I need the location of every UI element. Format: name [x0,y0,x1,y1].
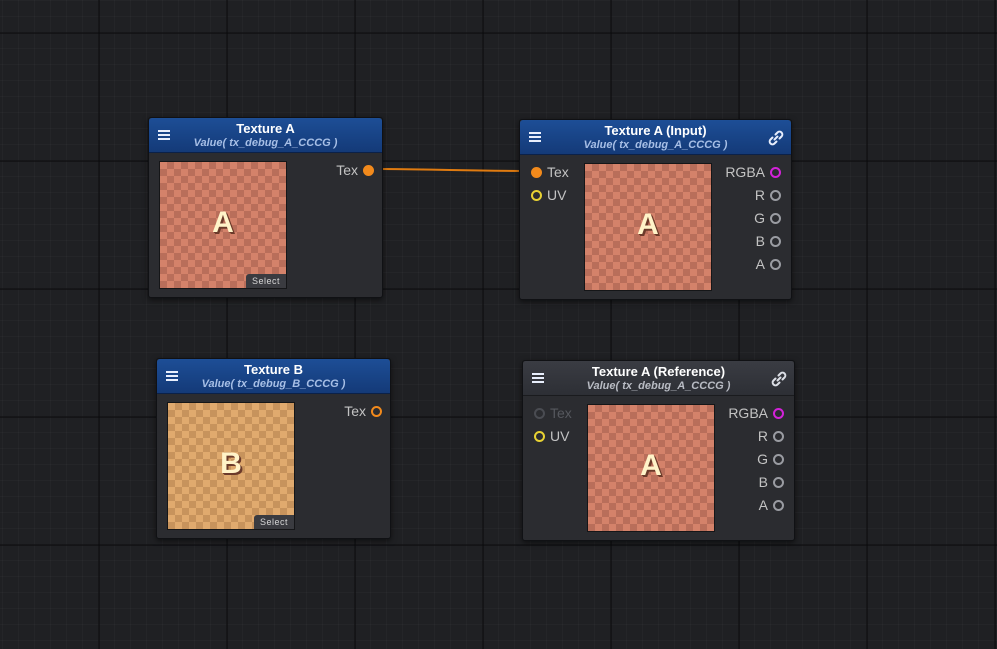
output-port-b[interactable]: B [756,232,781,250]
node-title: Texture A (Reference) [591,364,726,379]
output-port-g[interactable]: G [754,209,781,227]
port-connector-icon[interactable] [770,166,781,178]
port-connector-icon[interactable] [531,166,542,178]
port-label: A [755,256,765,272]
output-port-r[interactable]: R [758,427,784,445]
node-subtitle: Value( tx_debug_A_CCCG ) [583,139,728,151]
output-port-r[interactable]: R [755,186,781,204]
node-title: Texture A [236,121,295,136]
port-label: R [754,187,765,203]
wire-texture-a-to-input-tex[interactable] [365,168,537,172]
node-texture-a-reference[interactable]: Texture A (Reference) Value( tx_debug_A_… [522,360,795,541]
input-port-uv[interactable]: UV [534,427,569,445]
port-connector-icon[interactable] [531,189,542,201]
port-label: RGBA [728,405,768,421]
port-label: Tex [550,405,572,421]
node-header[interactable]: Texture A Value( tx_debug_A_CCCG ) [149,118,382,153]
node-texture-b[interactable]: Texture B Value( tx_debug_B_CCCG ) B Sel… [156,358,391,539]
port-connector-icon[interactable] [371,405,382,417]
connection-wires [365,168,537,172]
preview-letter: A [212,206,234,239]
port-label: RGBA [725,164,765,180]
port-label: Tex [547,164,569,180]
port-connector-icon[interactable] [770,235,781,247]
texture-preview: B Select [167,402,295,530]
output-port-rgba[interactable]: RGBA [728,404,784,422]
port-connector-icon[interactable] [773,453,784,465]
port-label: UV [550,428,570,444]
node-header[interactable]: Texture A (Reference) Value( tx_debug_A_… [523,361,794,396]
texture-preview: A [587,404,715,532]
texture-preview: A Select [159,161,287,289]
port-connector-icon[interactable] [534,407,545,419]
preview-letter: B [220,447,242,480]
output-port-g[interactable]: G [757,450,784,468]
port-label: B [755,233,765,249]
port-connector-icon[interactable] [363,164,374,176]
output-port-tex[interactable]: Tex [336,161,374,179]
port-connector-icon[interactable] [770,212,781,224]
port-connector-icon[interactable] [773,499,784,511]
node-texture-a[interactable]: Texture A Value( tx_debug_A_CCCG ) A Sel… [148,117,383,298]
port-label: B [758,474,768,490]
port-connector-icon[interactable] [773,430,784,442]
output-port-a[interactable]: A [759,496,784,514]
port-label: UV [547,187,567,203]
link-icon[interactable] [767,129,785,147]
link-icon[interactable] [770,370,788,388]
node-subtitle: Value( tx_debug_A_CCCG ) [193,137,338,149]
port-label: G [754,210,765,226]
port-connector-icon[interactable] [770,189,781,201]
port-connector-icon[interactable] [773,407,784,419]
node-title: Texture B [244,362,303,377]
output-port-rgba[interactable]: RGBA [725,163,781,181]
select-button[interactable]: Select [246,274,286,288]
output-port-tex[interactable]: Tex [344,402,382,420]
node-texture-a-input[interactable]: Texture A (Input) Value( tx_debug_A_CCCG… [519,119,792,300]
node-header[interactable]: Texture A (Input) Value( tx_debug_A_CCCG… [520,120,791,155]
port-connector-icon[interactable] [773,476,784,488]
input-port-tex[interactable]: Tex [531,163,569,181]
port-connector-icon[interactable] [534,430,545,442]
preview-letter: A [640,449,662,482]
output-port-b[interactable]: B [759,473,784,491]
preview-letter: A [637,208,659,241]
port-connector-icon[interactable] [770,258,781,270]
port-label: A [758,497,768,513]
node-subtitle: Value( tx_debug_A_CCCG ) [586,380,731,392]
node-title: Texture A (Input) [604,123,707,138]
output-port-a[interactable]: A [756,255,781,273]
port-label: Tex [336,162,358,178]
port-label: G [757,451,768,467]
node-header[interactable]: Texture B Value( tx_debug_B_CCCG ) [157,359,390,394]
port-label: Tex [344,403,366,419]
input-port-uv[interactable]: UV [531,186,566,204]
port-label: R [757,428,768,444]
node-subtitle: Value( tx_debug_B_CCCG ) [201,378,346,390]
select-button[interactable]: Select [254,515,294,529]
input-port-tex[interactable]: Tex [534,404,572,422]
texture-preview: A [584,163,712,291]
